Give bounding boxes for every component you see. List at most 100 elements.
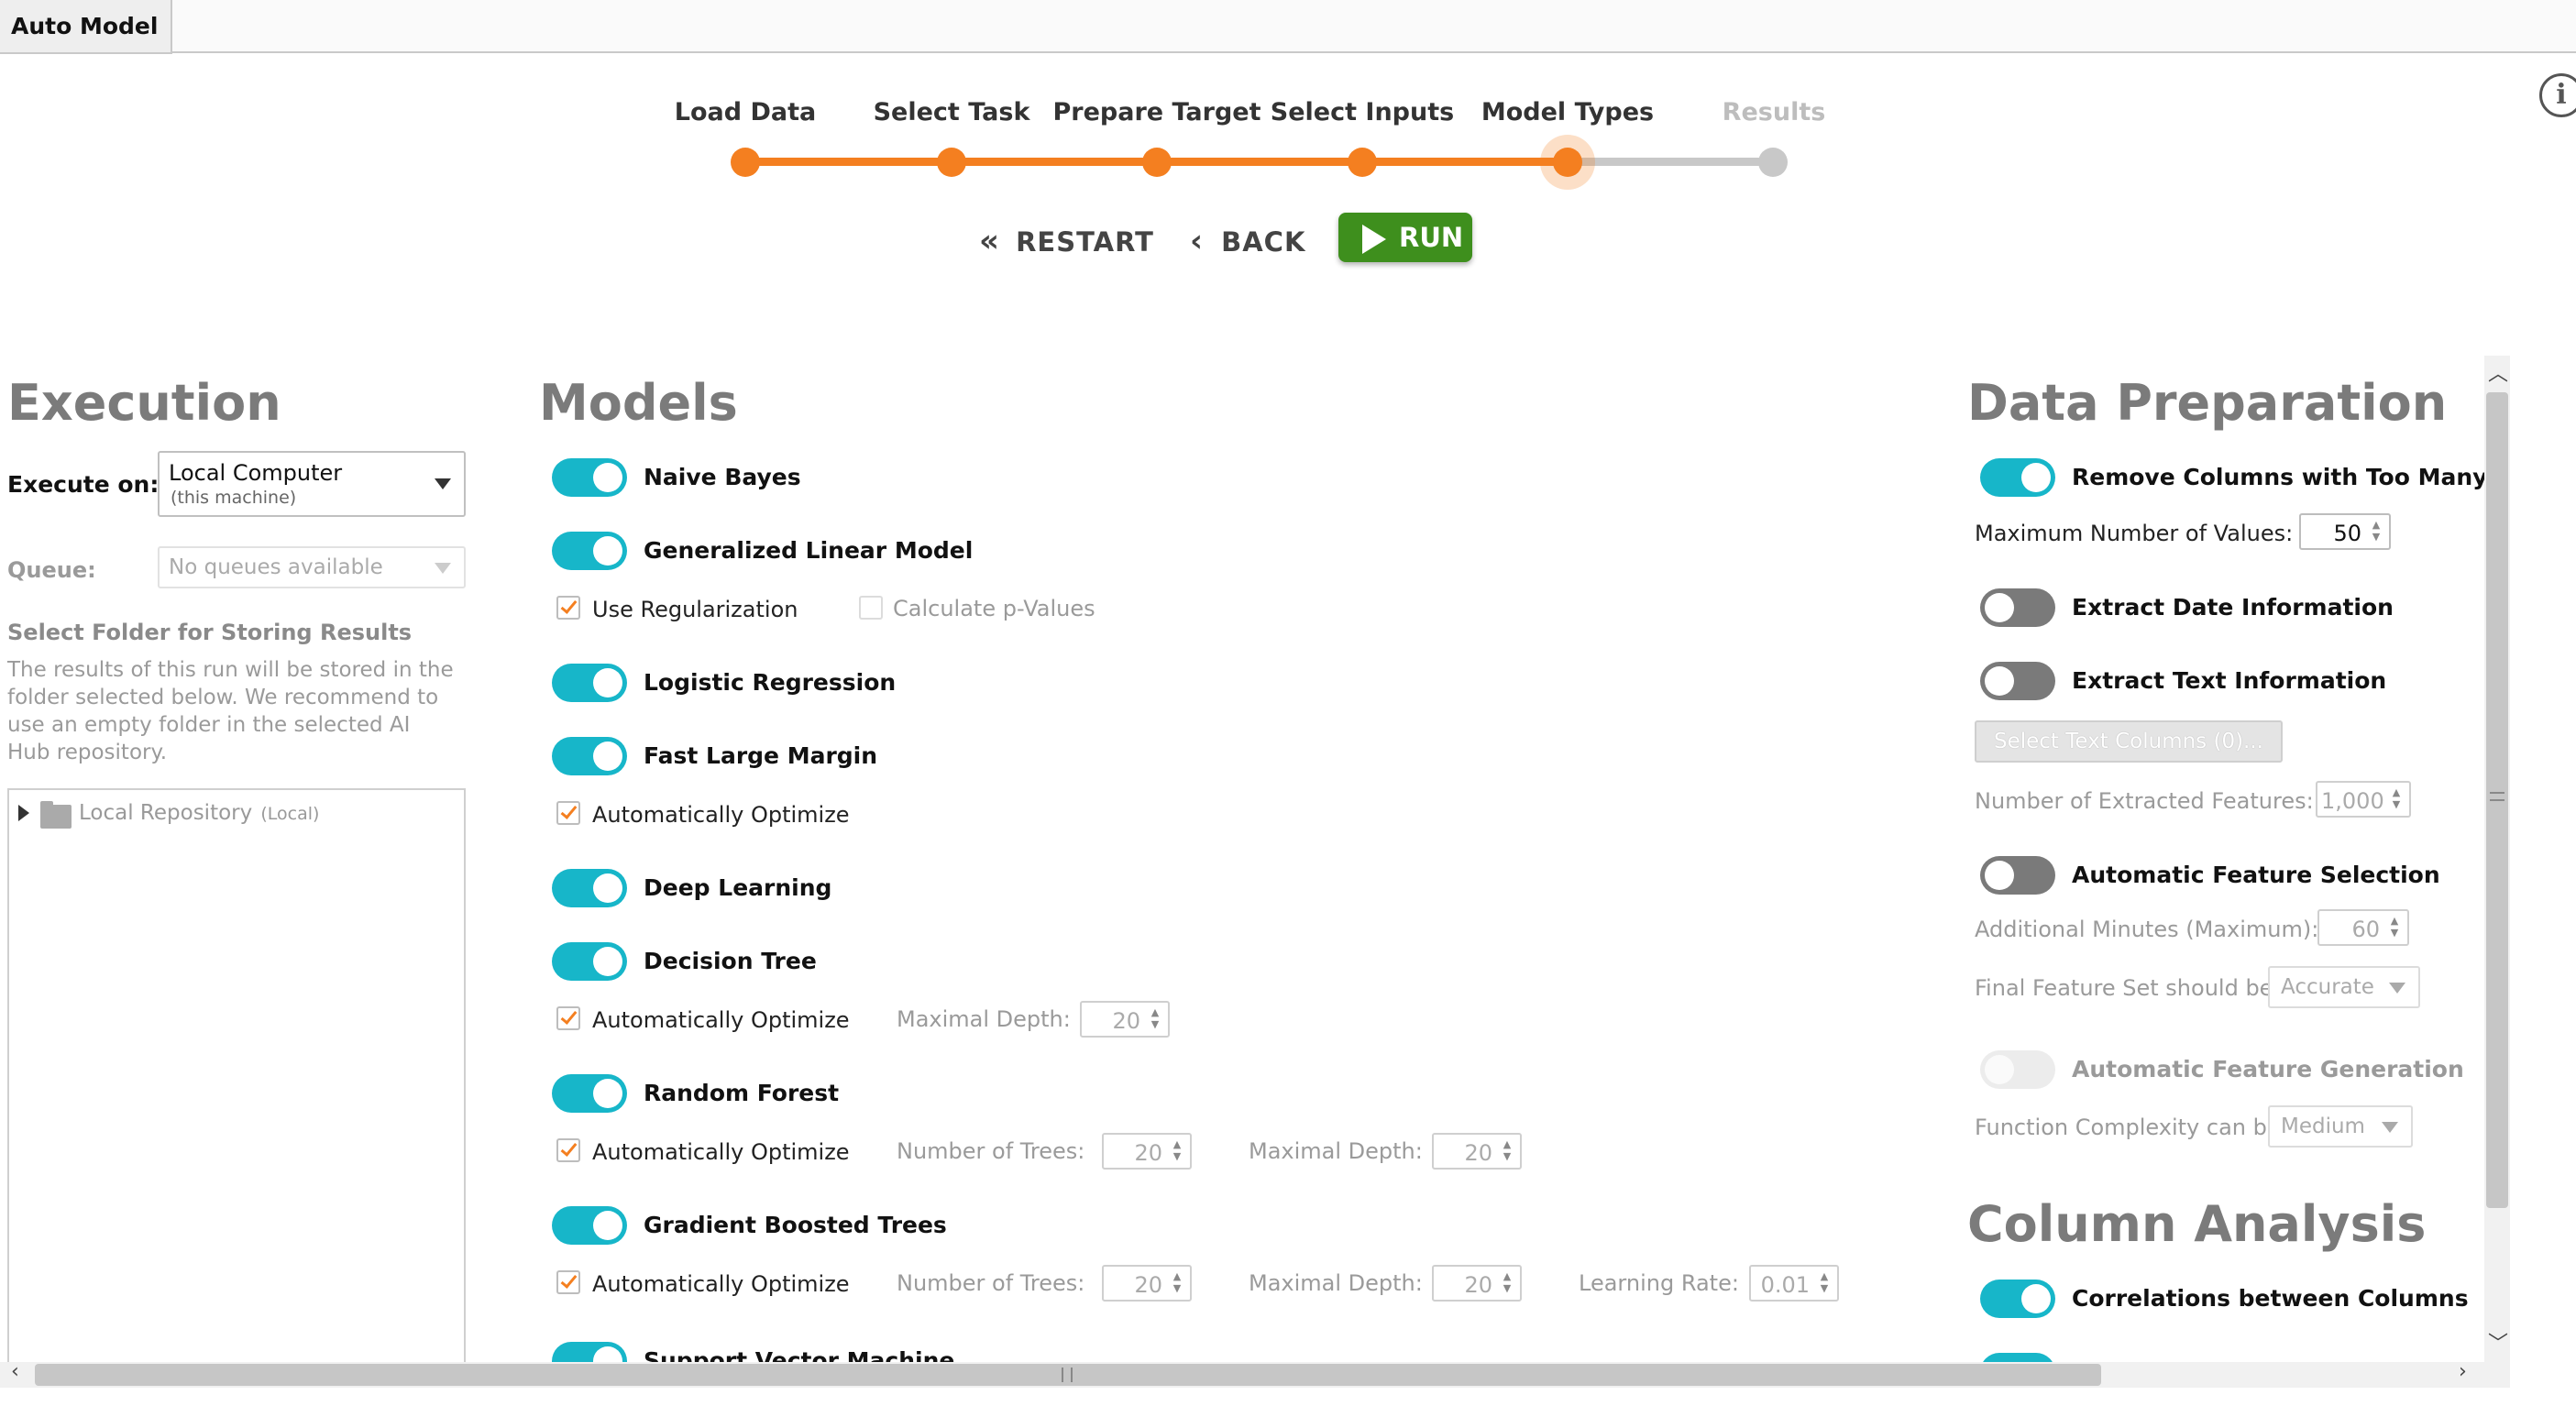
toggle-logistic-regression[interactable] bbox=[552, 664, 627, 702]
queue-dropdown: No queues available bbox=[158, 546, 466, 588]
dropdown-final-feature-set: Accurate bbox=[2268, 966, 2420, 1008]
models-title: Models bbox=[539, 374, 738, 432]
svm-row-clip: Support Vector Machine bbox=[541, 1331, 1274, 1362]
execute-on-value: Local Computer bbox=[169, 460, 343, 486]
toggle-random-forest[interactable] bbox=[552, 1074, 627, 1113]
step-dot-select-inputs[interactable] bbox=[1348, 148, 1377, 177]
folder-icon-tab bbox=[40, 801, 53, 807]
spinner-additional-minutes: 60 ▲ ▼ bbox=[2317, 909, 2409, 946]
spinner-arrows-icon: ▲ ▼ bbox=[2387, 786, 2405, 810]
tab-auto-model[interactable]: Auto Model bbox=[0, 0, 172, 54]
column-analysis-title: Column Analysis bbox=[1967, 1195, 2427, 1253]
execute-on-label: Execute on: bbox=[7, 471, 160, 498]
toggle-naive-bayes[interactable] bbox=[552, 458, 627, 497]
label-auto-feature-generation: Automatic Feature Generation bbox=[2072, 1056, 2464, 1082]
label-auto-feature-selection: Automatic Feature Selection bbox=[2072, 862, 2440, 888]
toggle-correlations[interactable] bbox=[1980, 1280, 2055, 1318]
checkbox-calculate-p-values bbox=[859, 596, 883, 620]
vscroll-grip-icon bbox=[2490, 792, 2504, 801]
run-button[interactable]: RUN bbox=[1338, 213, 1472, 262]
label-dt-max-depth: Maximal Depth: bbox=[897, 1006, 1071, 1032]
toggle-generalized-linear-model[interactable] bbox=[552, 532, 627, 570]
info-icon[interactable]: i bbox=[2539, 73, 2576, 117]
step-label-select-inputs[interactable]: Select Inputs bbox=[1243, 98, 1481, 126]
toggle-partial[interactable] bbox=[1980, 1353, 2055, 1362]
checkbox-gbt-auto-optimize[interactable] bbox=[556, 1270, 580, 1294]
spinner-gbt-max-depth: 20 ▲ ▼ bbox=[1432, 1265, 1522, 1302]
label-gbt-max-depth: Maximal Depth: bbox=[1249, 1270, 1423, 1296]
spinner-gbt-num-trees: 20 ▲ ▼ bbox=[1102, 1265, 1192, 1302]
spinner-arrows-icon: ▲ ▼ bbox=[2372, 519, 2381, 543]
label-support-vector-machine: Support Vector Machine bbox=[644, 1347, 955, 1362]
label-generalized-linear-model: Generalized Linear Model bbox=[644, 537, 974, 564]
step-label-select-task[interactable]: Select Task bbox=[832, 98, 1071, 126]
chevron-down-icon bbox=[435, 563, 451, 574]
execute-on-sub: (this machine) bbox=[171, 488, 297, 508]
spinner-dt-max-depth: 20 ▲ ▼ bbox=[1080, 1001, 1170, 1038]
label-gradient-boosted-trees: Gradient Boosted Trees bbox=[644, 1212, 947, 1238]
toggle-decision-tree[interactable] bbox=[552, 942, 627, 981]
label-decision-tree: Decision Tree bbox=[644, 948, 817, 974]
label-gbt-auto-optimize: Automatically Optimize bbox=[592, 1271, 850, 1297]
folder-icon bbox=[40, 805, 72, 829]
step-label-results: Results bbox=[1722, 98, 1826, 126]
queue-value: No queues available bbox=[169, 555, 383, 579]
checkbox-dt-auto-optimize[interactable] bbox=[556, 1006, 580, 1030]
scroll-up-icon[interactable]: ︿ bbox=[2488, 357, 2508, 387]
step-dot-model-types[interactable] bbox=[1553, 148, 1582, 177]
spinner-rf-num-trees: 20 ▲ ▼ bbox=[1102, 1133, 1192, 1170]
label-fast-large-margin: Fast Large Margin bbox=[644, 742, 878, 769]
checkbox-flm-auto-optimize[interactable] bbox=[556, 801, 580, 825]
data-preparation-title: Data Preparation bbox=[1967, 374, 2448, 432]
expand-arrow-icon[interactable] bbox=[18, 805, 29, 821]
checkbox-rf-auto-optimize[interactable] bbox=[556, 1138, 580, 1162]
scroll-right-icon[interactable]: › bbox=[2459, 1360, 2467, 1383]
execute-on-dropdown[interactable]: Local Computer (this machine) bbox=[158, 451, 466, 517]
scroll-down-icon[interactable]: ﹀ bbox=[2488, 1327, 2508, 1357]
step-dot-prepare-target[interactable] bbox=[1142, 148, 1172, 177]
next-toggle-clip bbox=[1980, 1351, 2063, 1362]
label-additional-minutes: Additional Minutes (Maximum): bbox=[1975, 917, 2319, 942]
step-dot-load-data[interactable] bbox=[731, 148, 760, 177]
toggle-deep-learning[interactable] bbox=[552, 869, 627, 907]
step-dot-select-task[interactable] bbox=[937, 148, 966, 177]
toggle-support-vector-machine[interactable] bbox=[552, 1342, 627, 1362]
label-rf-num-trees: Number of Trees: bbox=[897, 1138, 1085, 1164]
label-function-complexity: Function Complexity can be bbox=[1975, 1115, 2281, 1140]
spinner-rf-max-depth: 20 ▲ ▼ bbox=[1432, 1133, 1522, 1170]
repository-item-local[interactable]: Local Repository (Local) bbox=[79, 801, 319, 825]
spinner-arrows-icon: ▲ ▼ bbox=[1172, 1138, 1182, 1162]
back-button[interactable]: ‹ BACK bbox=[1190, 223, 1305, 259]
label-rf-auto-optimize: Automatically Optimize bbox=[592, 1139, 850, 1165]
queue-label: Queue: bbox=[7, 557, 96, 583]
label-deep-learning: Deep Learning bbox=[644, 874, 832, 901]
toggle-remove-columns[interactable] bbox=[1980, 458, 2055, 497]
restart-button[interactable]: « RESTART bbox=[979, 223, 1154, 259]
step-label-load-data[interactable]: Load Data bbox=[626, 98, 864, 126]
repository-tree[interactable]: Local Repository (Local) bbox=[7, 788, 466, 1375]
chevron-down-icon bbox=[435, 478, 451, 489]
toggle-gradient-boosted-trees[interactable] bbox=[552, 1206, 627, 1245]
spinner-arrows-icon: ▲ ▼ bbox=[1150, 1006, 1160, 1030]
scroll-left-icon[interactable]: ‹ bbox=[11, 1360, 19, 1383]
label-dt-auto-optimize: Automatically Optimize bbox=[592, 1007, 850, 1033]
checkbox-use-regularization[interactable] bbox=[556, 596, 580, 620]
step-label-model-types[interactable]: Model Types bbox=[1448, 98, 1687, 126]
label-use-regularization: Use Regularization bbox=[592, 597, 798, 622]
label-extract-date: Extract Date Information bbox=[2072, 594, 2394, 621]
label-max-values: Maximum Number of Values: bbox=[1975, 521, 2294, 546]
toggle-auto-feature-selection[interactable] bbox=[1980, 856, 2055, 895]
double-chevron-left-icon: « bbox=[979, 223, 1000, 259]
label-gbt-learning-rate: Learning Rate: bbox=[1579, 1270, 1739, 1296]
toggle-extract-date[interactable] bbox=[1980, 588, 2055, 627]
play-icon bbox=[1362, 225, 1386, 254]
toggle-fast-large-margin[interactable] bbox=[552, 737, 627, 775]
chevron-down-icon bbox=[2382, 1122, 2398, 1133]
dropdown-function-complexity: Medium bbox=[2268, 1105, 2413, 1148]
folder-section-title: Select Folder for Storing Results bbox=[7, 620, 413, 645]
spinner-max-values[interactable]: 50 ▲ ▼ bbox=[2299, 513, 2391, 550]
toggle-extract-text[interactable] bbox=[1980, 662, 2055, 700]
label-naive-bayes: Naive Bayes bbox=[644, 464, 801, 490]
step-label-prepare-target[interactable]: Prepare Target bbox=[1038, 98, 1276, 126]
folder-description: The results of this run will be stored i… bbox=[7, 658, 454, 764]
